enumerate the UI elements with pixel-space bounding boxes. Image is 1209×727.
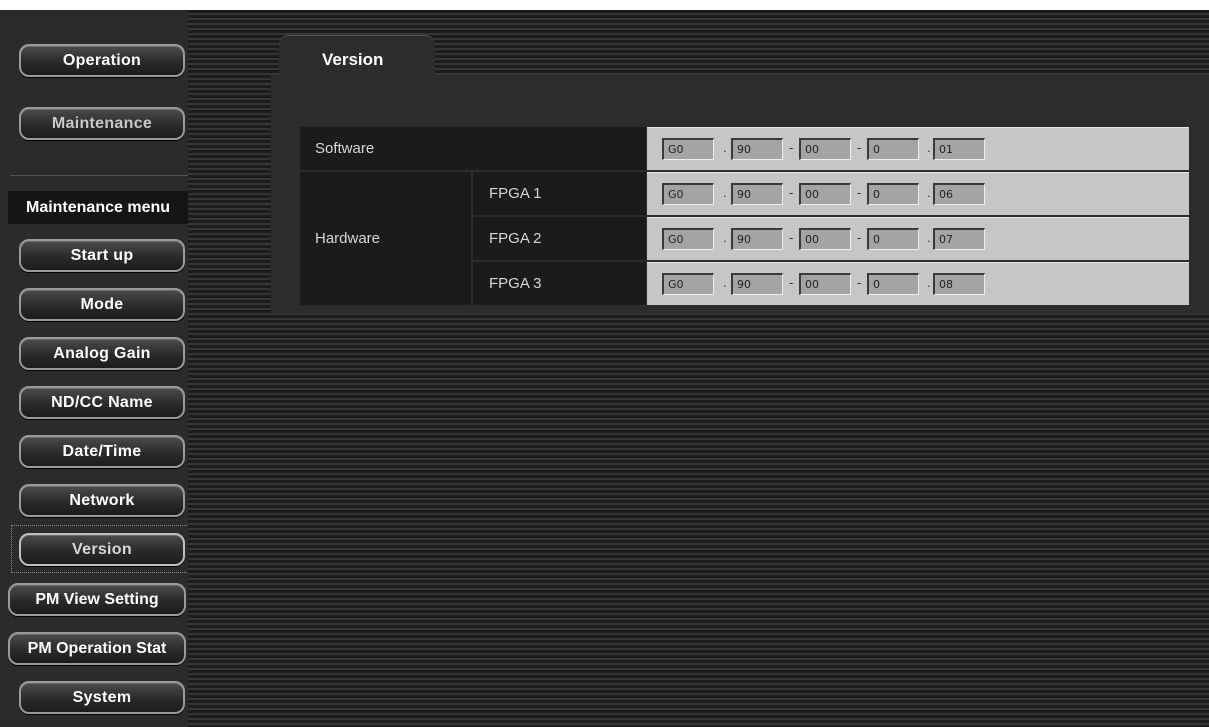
dash-separator: - bbox=[857, 185, 862, 200]
version-field: 08 bbox=[933, 273, 985, 295]
version-field: G0 bbox=[662, 273, 714, 295]
fpga3-version-value: G0 . 90 - 00 - 0 . 08 bbox=[647, 262, 1189, 305]
dash-separator: - bbox=[789, 275, 794, 290]
sidebar-item-date-time[interactable]: Date/Time bbox=[19, 435, 185, 468]
fpga3-label: FPGA 3 bbox=[473, 262, 646, 305]
dot-separator: . bbox=[723, 230, 727, 245]
sidebar-item-network[interactable]: Network bbox=[19, 484, 185, 517]
sidebar-item-pm-operation-stat[interactable]: PM Operation Stat bbox=[8, 632, 186, 665]
dot-separator: . bbox=[927, 230, 931, 245]
sidebar-stripe bbox=[188, 10, 228, 727]
fpga1-version-value: G0 . 90 - 00 - 0 . 06 bbox=[647, 172, 1189, 215]
version-field: G0 bbox=[662, 183, 714, 205]
version-field: 0 bbox=[867, 273, 919, 295]
dot-separator: . bbox=[723, 275, 727, 290]
sidebar-item-analog-gain[interactable]: Analog Gain bbox=[19, 337, 185, 370]
sidebar-item-pm-view-setting[interactable]: PM View Setting bbox=[8, 583, 186, 616]
dot-separator: . bbox=[723, 140, 727, 155]
version-field: 0 bbox=[867, 138, 919, 160]
operation-button[interactable]: Operation bbox=[19, 44, 185, 77]
version-field: G0 bbox=[662, 228, 714, 250]
dot-separator: . bbox=[927, 185, 931, 200]
sidebar-item-mode[interactable]: Mode bbox=[19, 288, 185, 321]
version-field: 90 bbox=[731, 228, 783, 250]
software-label: Software bbox=[300, 127, 646, 170]
version-field: 90 bbox=[731, 138, 783, 160]
version-field: 0 bbox=[867, 228, 919, 250]
version-field: 00 bbox=[799, 183, 851, 205]
fpga1-label: FPGA 1 bbox=[473, 172, 646, 215]
version-field: 90 bbox=[731, 183, 783, 205]
version-field: 00 bbox=[799, 228, 851, 250]
version-field: 07 bbox=[933, 228, 985, 250]
version-field: 00 bbox=[799, 138, 851, 160]
dash-separator: - bbox=[789, 140, 794, 155]
sidebar-item-system[interactable]: System bbox=[19, 681, 185, 714]
version-field: 0 bbox=[867, 183, 919, 205]
version-field: 90 bbox=[731, 273, 783, 295]
fpga2-version-value: G0 . 90 - 00 - 0 . 07 bbox=[647, 217, 1189, 260]
dash-separator: - bbox=[857, 140, 862, 155]
maintenance-menu-header: Maintenance menu bbox=[8, 191, 188, 224]
sidebar-item-version[interactable]: Version bbox=[19, 533, 185, 566]
maintenance-button[interactable]: Maintenance bbox=[19, 107, 185, 140]
sidebar-item-start-up[interactable]: Start up bbox=[19, 239, 185, 272]
fpga2-label: FPGA 2 bbox=[473, 217, 646, 260]
version-field: G0 bbox=[662, 138, 714, 160]
sidebar-item-nd-cc-name[interactable]: ND/CC Name bbox=[19, 386, 185, 419]
dash-separator: - bbox=[789, 230, 794, 245]
dash-separator: - bbox=[857, 275, 862, 290]
dot-separator: . bbox=[927, 275, 931, 290]
sidebar-divider bbox=[10, 175, 188, 176]
dash-separator: - bbox=[789, 185, 794, 200]
version-field: 00 bbox=[799, 273, 851, 295]
version-field: 01 bbox=[933, 138, 985, 160]
hardware-label: Hardware bbox=[300, 172, 471, 305]
dash-separator: - bbox=[857, 230, 862, 245]
dot-separator: . bbox=[723, 185, 727, 200]
software-version-value: G0 . 90 - 00 - 0 . 01 bbox=[647, 127, 1189, 170]
dot-separator: . bbox=[927, 140, 931, 155]
tab-version[interactable]: Version bbox=[279, 35, 435, 76]
version-field: 06 bbox=[933, 183, 985, 205]
